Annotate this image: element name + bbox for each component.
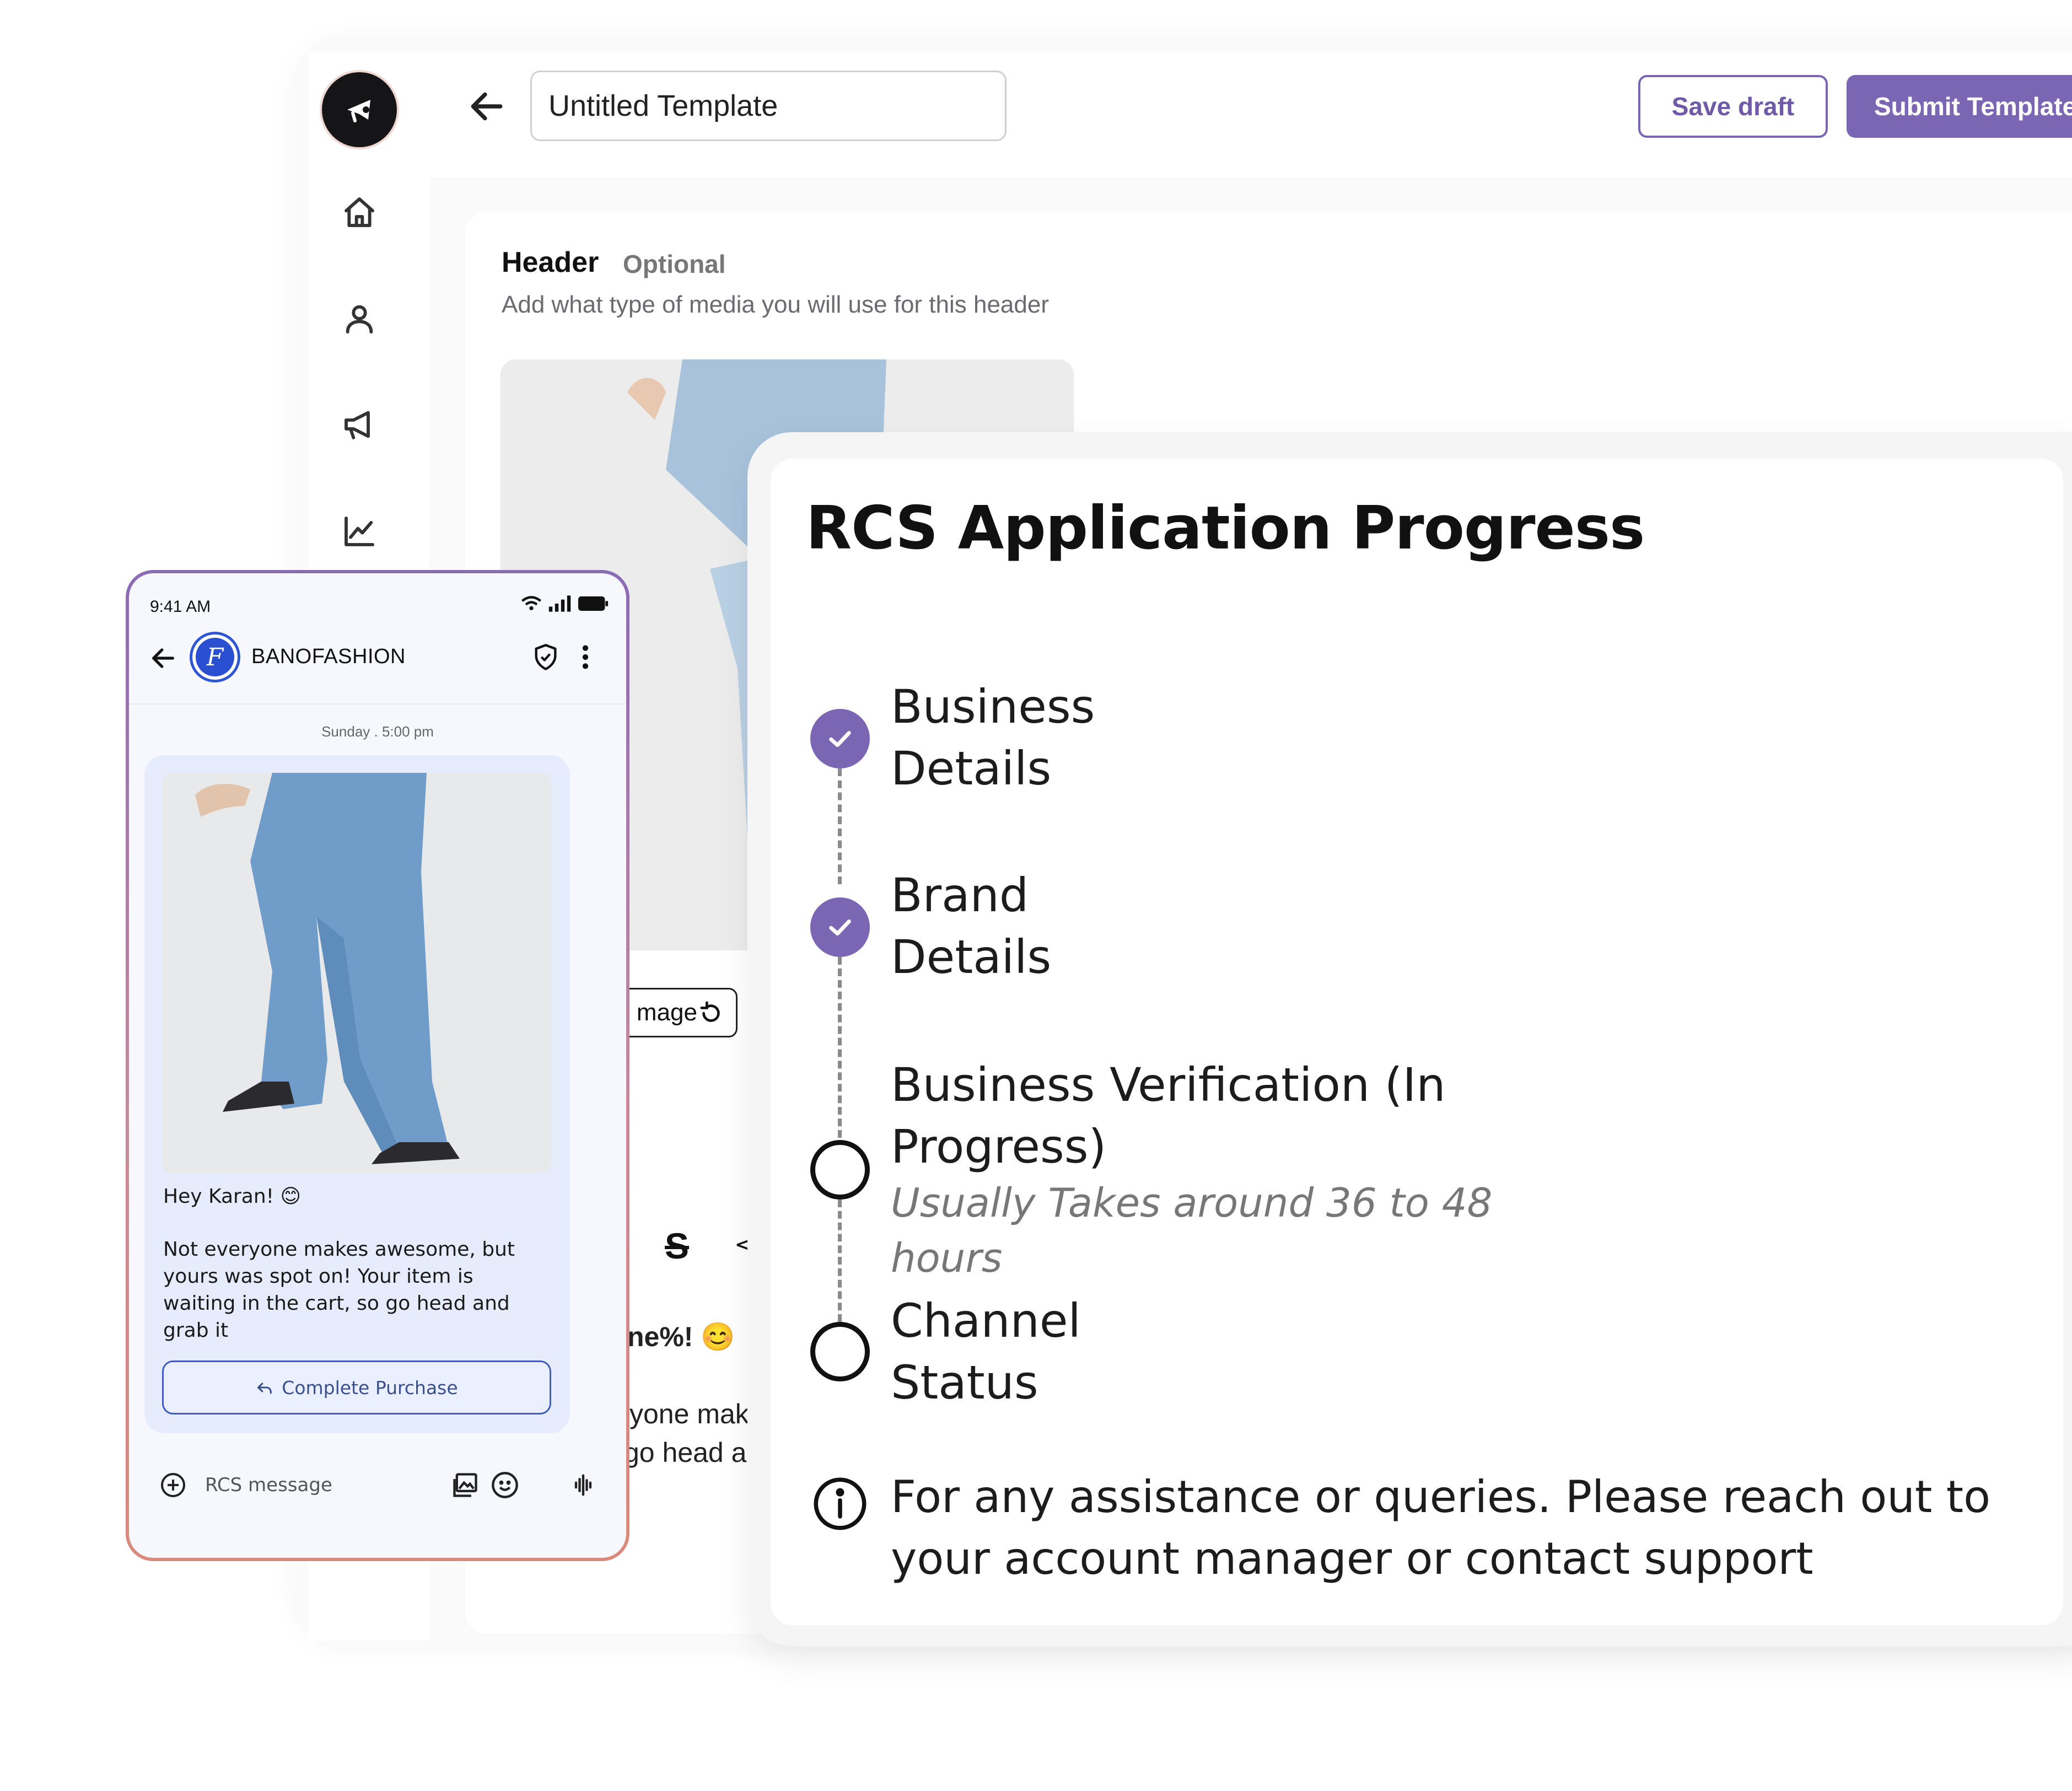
- body-preview-fragment-3: go head a: [624, 1437, 747, 1468]
- chat-header-divider: [129, 703, 626, 704]
- status-time: 9:41 AM: [150, 598, 211, 616]
- message-body: Not everyone makes awesome, but yours wa…: [163, 1238, 515, 1342]
- progress-title: RCS Application Progress: [806, 494, 1645, 563]
- step-business-details-check-icon: [810, 709, 870, 768]
- compose-bar[interactable]: RCS message: [144, 1455, 612, 1515]
- emoji-icon[interactable]: [491, 1471, 519, 1499]
- message-greeting: Hey Karan! 😊: [163, 1185, 302, 1208]
- step-channel-status-circle-icon: [810, 1322, 870, 1381]
- brand-avatar[interactable]: F: [190, 632, 240, 682]
- user-icon[interactable]: [337, 297, 381, 341]
- step-connector: [838, 957, 842, 1138]
- jeans-product-image: [162, 773, 551, 1173]
- reply-icon: [257, 1383, 272, 1394]
- phone-preview: 9:41 AM F BANOFASHION Sunday . 5:00 pm H…: [126, 570, 629, 1561]
- step-business-verification-note: Usually Takes around 36 to 48 hours: [891, 1180, 1493, 1281]
- info-icon: [814, 1477, 867, 1530]
- app-logo[interactable]: [322, 72, 397, 147]
- submit-template-button[interactable]: Submit Template: [1847, 75, 2072, 138]
- replace-image-button[interactable]: mage: [617, 988, 738, 1037]
- rich-card-image[interactable]: [162, 773, 551, 1173]
- brand-name: BANOFASHION: [251, 645, 406, 668]
- complete-purchase-button[interactable]: Complete Purchase: [162, 1360, 551, 1414]
- rich-card-message: Hey Karan! 😊 Not everyone makes awesome,…: [144, 755, 570, 1433]
- smile-emoji-icon: 😊: [701, 1321, 735, 1352]
- wifi-icon: [521, 596, 542, 610]
- step-connector: [838, 1200, 842, 1322]
- step-brand-details-check-icon: [810, 897, 870, 957]
- back-arrow-icon[interactable]: [466, 86, 507, 127]
- step-channel-status: Channel Status: [891, 1294, 1081, 1410]
- header-optional-tag: Optional: [623, 250, 726, 278]
- header-section-subtitle: Add what type of media you will use for …: [502, 291, 1049, 318]
- compose-input[interactable]: RCS message: [205, 1474, 332, 1496]
- body-preview-fragment-1: ne%! 😊: [627, 1321, 735, 1352]
- voice-icon[interactable]: [569, 1471, 598, 1499]
- step-brand-details: Brand Details: [891, 868, 1052, 984]
- add-attachment-icon[interactable]: [160, 1472, 186, 1498]
- replace-image-label: mage: [636, 999, 697, 1026]
- megaphone-icon[interactable]: [337, 402, 381, 447]
- message-date: Sunday . 5:00 pm: [321, 723, 434, 740]
- gallery-icon[interactable]: [451, 1471, 480, 1499]
- rcs-progress-panel: [771, 459, 2063, 1625]
- verified-shield-icon[interactable]: [531, 643, 560, 671]
- brand-logo-icon: F: [196, 638, 234, 676]
- refresh-icon: [700, 1001, 720, 1022]
- strikethrough-icon[interactable]: S: [665, 1225, 689, 1267]
- more-options-icon[interactable]: [574, 642, 596, 673]
- step-business-verification: Business Verification (In Progress): [891, 1058, 1446, 1174]
- step-business-verification-circle-icon: [810, 1140, 870, 1200]
- header-section-title: Header: [502, 246, 599, 278]
- signal-icon: [548, 595, 571, 612]
- chat-back-icon[interactable]: [149, 644, 177, 673]
- step-business-details: Business Details: [891, 680, 1095, 795]
- complete-purchase-label: Complete Purchase: [282, 1376, 458, 1399]
- template-name-input[interactable]: [530, 71, 1007, 141]
- body-preview-fragment-2: yone mak: [629, 1399, 749, 1429]
- step-connector: [838, 768, 842, 884]
- analytics-icon[interactable]: [337, 509, 381, 553]
- support-info-text: For any assistance or queries. Please re…: [891, 1471, 1991, 1584]
- status-icons: [520, 595, 609, 612]
- megaphone-logo-icon: [347, 100, 370, 122]
- battery-icon: [578, 596, 609, 611]
- save-draft-button[interactable]: Save draft: [1638, 75, 1828, 138]
- home-icon[interactable]: [337, 190, 381, 234]
